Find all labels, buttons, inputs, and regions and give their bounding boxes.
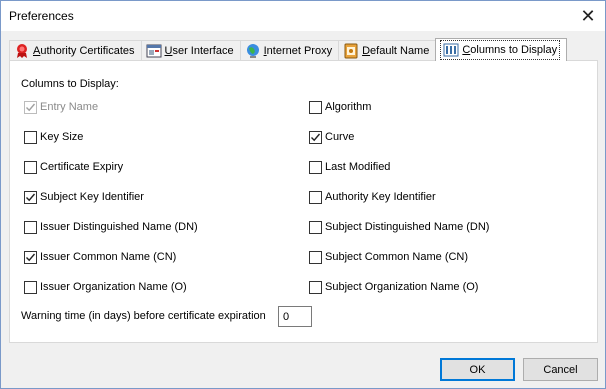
tab-authority-certificates[interactable]: Authority Certificates (9, 40, 142, 61)
name-tag-icon (343, 43, 359, 59)
checkbox-box (24, 100, 37, 114)
checkbox-box[interactable] (309, 220, 322, 234)
tab-strip: Authority Certificates User Interface In… (9, 38, 568, 61)
warning-label: Warning time (in days) before certificat… (21, 310, 266, 322)
checkbox-box[interactable] (309, 190, 322, 204)
warning-days-input[interactable] (278, 306, 312, 327)
tab-internet-proxy[interactable]: Internet Proxy (239, 40, 340, 61)
checkbox-label: Subject Distinguished Name (DN) (325, 221, 490, 233)
tab-user-interface[interactable]: User Interface (140, 40, 241, 61)
checkbox-box[interactable] (24, 220, 37, 234)
ok-button[interactable]: OK (440, 358, 515, 381)
tab-label: User Interface (164, 45, 234, 57)
close-button[interactable]: ✕ (575, 4, 601, 28)
checkbox-entry-name: Entry Name (24, 100, 98, 114)
checkbox-subject-distinguished-name-dn[interactable]: Subject Distinguished Name (DN) (309, 220, 489, 234)
checkbox-box[interactable] (24, 250, 37, 264)
checkbox-label: Issuer Common Name (CN) (40, 251, 177, 263)
checkbox-box[interactable] (24, 190, 37, 204)
checkbox-certificate-expiry[interactable]: Certificate Expiry (24, 160, 123, 174)
tab-default-name[interactable]: Default Name (338, 40, 437, 61)
cancel-button[interactable]: Cancel (523, 358, 598, 381)
tab-label: Authority Certificates (33, 45, 135, 57)
window-title: Preferences (9, 9, 74, 23)
columns-icon (443, 42, 459, 58)
checkbox-label: Subject Common Name (CN) (325, 251, 469, 263)
preferences-dialog: Preferences ✕ Authority Certificates Use… (0, 0, 606, 389)
checkbox-subject-common-name-cn[interactable]: Subject Common Name (CN) (309, 250, 468, 264)
checkbox-subject-organization-name-o[interactable]: Subject Organization Name (O) (309, 280, 478, 294)
checkbox-label: Entry Name (40, 101, 99, 113)
checkbox-box[interactable] (309, 280, 322, 294)
checkmark-icon (26, 193, 36, 201)
checkbox-box[interactable] (309, 100, 322, 114)
checkbox-label: Algorithm (325, 101, 372, 113)
tab-columns-to-display[interactable]: Columns to Display (435, 38, 568, 61)
window-icon (146, 43, 162, 59)
ribbon-icon (14, 43, 30, 59)
columns-heading: Columns to Display: (21, 78, 119, 90)
checkbox-box[interactable] (24, 280, 37, 294)
checkbox-label: Certificate Expiry (40, 161, 124, 173)
checkbox-label: Issuer Distinguished Name (DN) (40, 221, 198, 233)
checkbox-box[interactable] (24, 160, 37, 174)
checkbox-label: Issuer Organization Name (O) (40, 281, 187, 293)
checkbox-authority-key-identifier[interactable]: Authority Key Identifier (309, 190, 436, 204)
checkbox-label: Curve (325, 131, 355, 143)
checkbox-curve[interactable]: Curve (309, 130, 354, 144)
tab-label: Columns to Display (462, 44, 558, 56)
checkbox-issuer-distinguished-name-dn[interactable]: Issuer Distinguished Name (DN) (24, 220, 198, 234)
globe-icon (245, 43, 261, 59)
checkbox-label: Key Size (40, 131, 84, 143)
checkbox-last-modified[interactable]: Last Modified (309, 160, 390, 174)
checkbox-algorithm[interactable]: Algorithm (309, 100, 371, 114)
title-bar: Preferences ✕ (1, 1, 605, 31)
checkbox-label: Last Modified (325, 161, 391, 173)
checkbox-box[interactable] (309, 160, 322, 174)
tab-label: Internet Proxy (263, 45, 333, 57)
checkbox-label: Subject Key Identifier (40, 191, 144, 203)
checkmark-icon (26, 253, 36, 261)
checkbox-box[interactable] (24, 130, 37, 144)
checkbox-issuer-organization-name-o[interactable]: Issuer Organization Name (O) (24, 280, 187, 294)
checkbox-key-size[interactable]: Key Size (24, 130, 83, 144)
columns-panel: Columns to Display: Entry Name Key Size Ce… (9, 60, 598, 343)
checkbox-subject-key-identifier[interactable]: Subject Key Identifier (24, 190, 144, 204)
checkmark-icon (311, 133, 321, 141)
checkbox-box[interactable] (309, 130, 322, 144)
checkbox-issuer-common-name-cn[interactable]: Issuer Common Name (CN) (24, 250, 176, 264)
tab-label: Default Name (362, 45, 430, 57)
checkbox-label: Authority Key Identifier (325, 191, 436, 203)
checkbox-label: Subject Organization Name (O) (325, 281, 479, 293)
checkmark-icon (26, 103, 36, 111)
checkbox-box[interactable] (309, 250, 322, 264)
